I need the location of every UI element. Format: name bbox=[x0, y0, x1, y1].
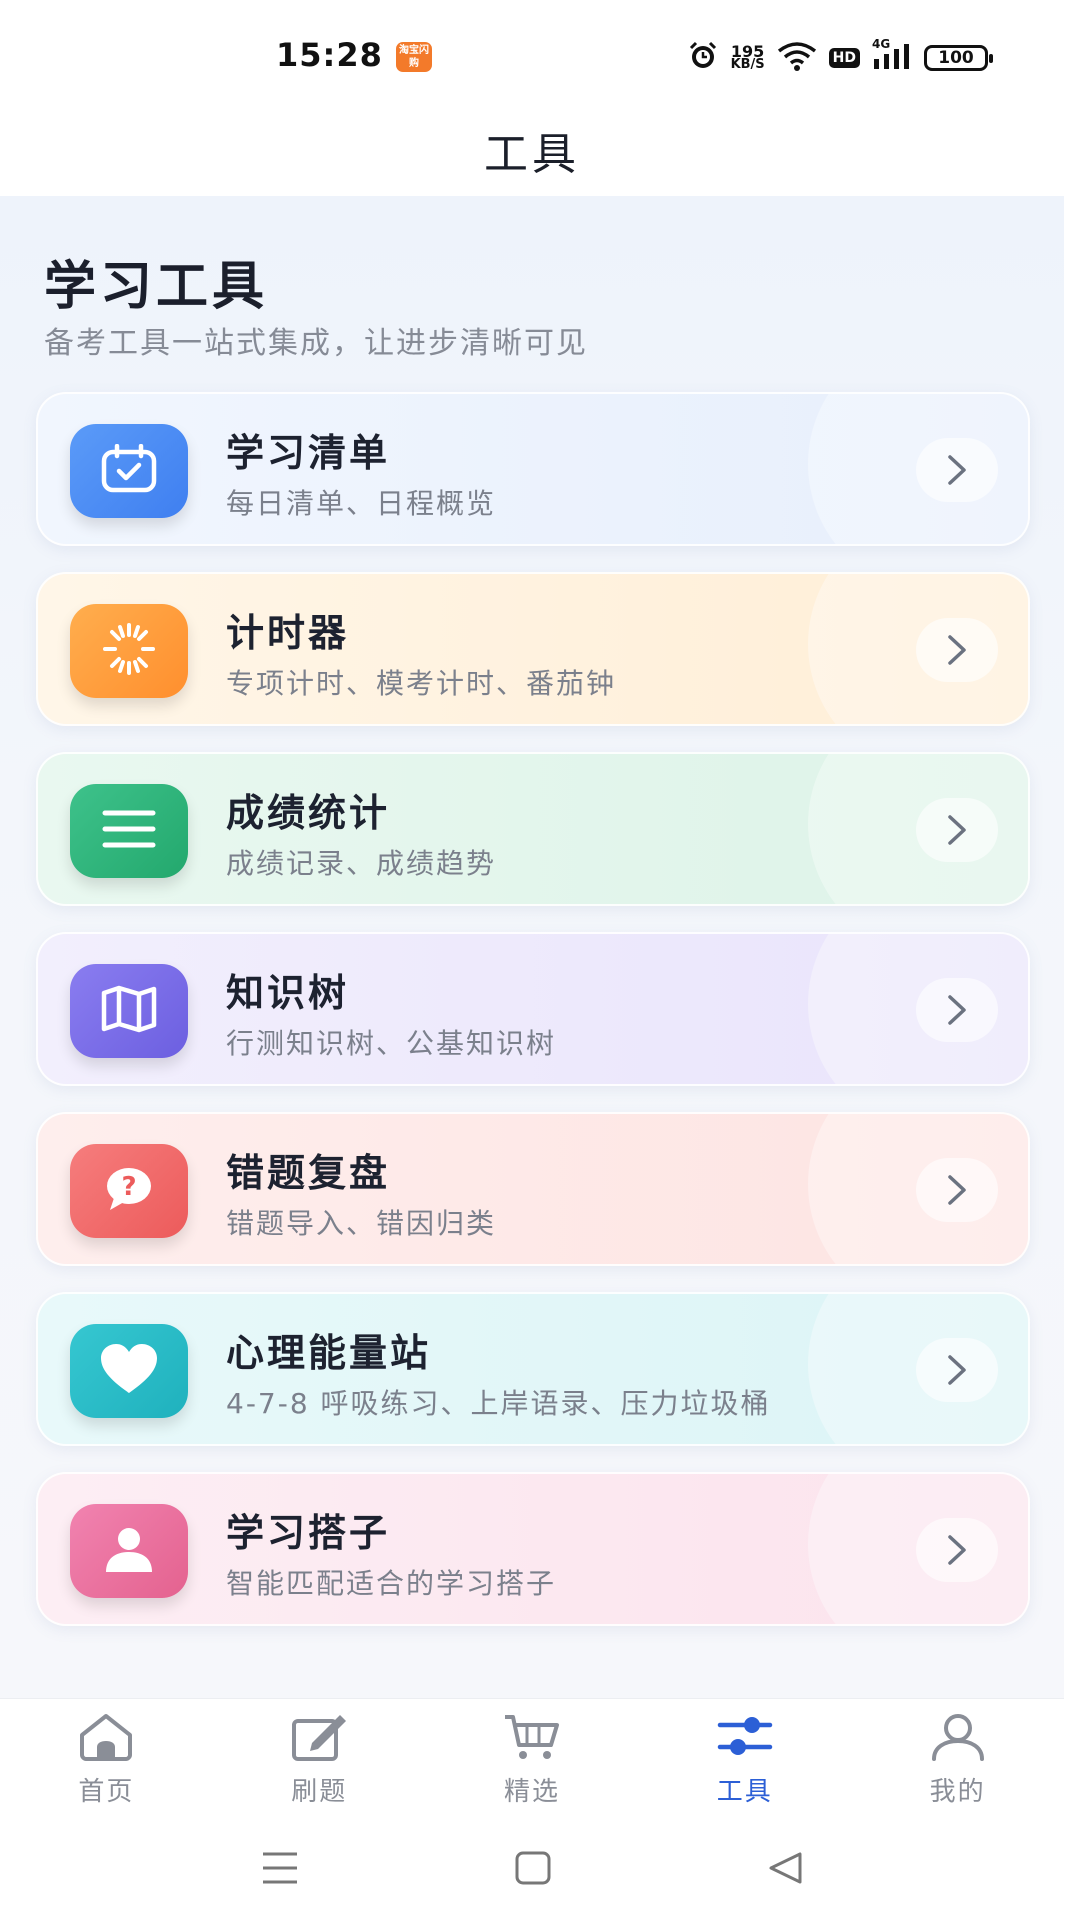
bottom-nav: 首页 刷题 精选 工具 我的 bbox=[0, 1698, 1064, 1822]
tool-desc: 错题导入、错因归类 bbox=[226, 1207, 497, 1240]
chevron-right-icon[interactable] bbox=[916, 1338, 998, 1402]
status-time: 15:28 bbox=[276, 36, 383, 74]
tool-card-score-stats[interactable]: 成绩统计 成绩记录、成绩趋势 bbox=[36, 752, 1030, 906]
page-title: 工具 bbox=[484, 129, 580, 180]
tool-name: 知识树 bbox=[226, 971, 350, 1015]
nav-label: 工具 bbox=[716, 1777, 773, 1807]
person-icon bbox=[102, 1524, 156, 1578]
section-title: 学习工具 bbox=[44, 257, 269, 317]
tool-card-wrong-review[interactable]: ? 错题复盘 错题导入、错因归类 bbox=[36, 1112, 1030, 1266]
nav-label: 精选 bbox=[503, 1777, 560, 1807]
tool-name: 心理能量站 bbox=[226, 1331, 432, 1375]
tool-name: 学习搭子 bbox=[226, 1511, 391, 1555]
tool-card-study-list[interactable]: 学习清单 每日清单、日程概览 bbox=[36, 392, 1030, 546]
alarm-icon bbox=[687, 40, 719, 76]
status-indicators: 195 KB/S HD 4G 100 bbox=[687, 37, 993, 76]
taobao-flash-badge: 淘宝闪购 bbox=[396, 42, 432, 72]
tool-card-mental-energy[interactable]: 心理能量站 4-7-8 呼吸练习、上岸语录、压力垃圾桶 bbox=[36, 1292, 1030, 1446]
battery-indicator: 100 bbox=[924, 45, 993, 71]
nav-item-featured[interactable]: 精选 bbox=[426, 1699, 639, 1822]
chevron-right-icon[interactable] bbox=[916, 798, 998, 862]
tool-desc: 智能匹配适合的学习搭子 bbox=[226, 1567, 557, 1600]
user-icon bbox=[929, 1713, 987, 1765]
tool-desc: 成绩记录、成绩趋势 bbox=[226, 847, 497, 880]
edit-icon bbox=[290, 1713, 348, 1765]
tool-card-timer[interactable]: 计时器 专项计时、模考计时、番茄钟 bbox=[36, 572, 1030, 726]
tool-desc: 行测知识树、公基知识树 bbox=[226, 1027, 557, 1060]
chevron-right-icon[interactable] bbox=[916, 1158, 998, 1222]
nav-label: 刷题 bbox=[291, 1777, 348, 1807]
tools-main[interactable]: 学习工具 备考工具一站式集成，让进步清晰可见 学习清单 每日清单、日程概览 计时… bbox=[0, 196, 1064, 1698]
chevron-right-icon[interactable] bbox=[916, 438, 998, 502]
nav-item-home[interactable]: 首页 bbox=[0, 1699, 213, 1822]
question-bubble-icon: ? bbox=[100, 1164, 158, 1218]
home-icon bbox=[77, 1713, 135, 1765]
map-icon bbox=[100, 985, 158, 1037]
tool-desc: 每日清单、日程概览 bbox=[226, 487, 497, 520]
network-type: 4G bbox=[872, 37, 891, 51]
nav-item-profile[interactable]: 我的 bbox=[851, 1699, 1064, 1822]
tool-name: 学习清单 bbox=[226, 431, 391, 475]
section-subtitle: 备考工具一站式集成，让进步清晰可见 bbox=[44, 326, 588, 361]
cart-icon bbox=[503, 1713, 561, 1765]
app-header: 工具 bbox=[0, 110, 1080, 196]
menu-lines-icon bbox=[101, 807, 157, 855]
wifi-icon bbox=[777, 41, 817, 75]
tool-card-knowledge-tree[interactable]: 知识树 行测知识树、公基知识树 bbox=[36, 932, 1030, 1086]
nav-label: 首页 bbox=[78, 1777, 135, 1807]
timer-burst-icon bbox=[99, 619, 159, 683]
tool-name: 错题复盘 bbox=[226, 1151, 391, 1195]
nav-item-tools[interactable]: 工具 bbox=[638, 1699, 851, 1822]
sliders-icon bbox=[716, 1713, 774, 1765]
tool-icon-wrapper bbox=[70, 424, 188, 518]
signal-icon: 4G bbox=[872, 37, 912, 75]
tool-icon-wrapper bbox=[70, 1324, 188, 1418]
tool-icon-wrapper bbox=[70, 784, 188, 878]
tool-card-study-partner[interactable]: 学习搭子 智能匹配适合的学习搭子 bbox=[36, 1472, 1030, 1626]
chevron-right-icon[interactable] bbox=[916, 1518, 998, 1582]
tool-icon-wrapper bbox=[70, 964, 188, 1058]
status-bar: 15:28 淘宝闪购 195 KB/S HD 4G 100 bbox=[0, 0, 1080, 110]
hd-badge: HD bbox=[828, 48, 860, 68]
nav-item-practice[interactable]: 刷题 bbox=[213, 1699, 426, 1822]
tool-icon-wrapper: ? bbox=[70, 1144, 188, 1238]
heart-icon bbox=[99, 1343, 159, 1399]
tool-name: 计时器 bbox=[226, 611, 350, 655]
tool-name: 成绩统计 bbox=[226, 791, 391, 835]
nav-label: 我的 bbox=[929, 1777, 986, 1807]
net-speed: 195 KB/S bbox=[730, 44, 765, 72]
chevron-right-icon[interactable] bbox=[916, 618, 998, 682]
tool-icon-wrapper bbox=[70, 604, 188, 698]
system-nav-bar bbox=[0, 1822, 1080, 1920]
calendar-check-icon bbox=[100, 443, 158, 498]
tool-desc: 4-7-8 呼吸练习、上岸语录、压力垃圾桶 bbox=[226, 1387, 771, 1420]
system-menu-icon[interactable] bbox=[260, 1850, 300, 1890]
net-speed-unit: KB/S bbox=[730, 57, 765, 72]
tool-desc: 专项计时、模考计时、番茄钟 bbox=[226, 667, 617, 700]
chevron-right-icon[interactable] bbox=[916, 978, 998, 1042]
system-back-icon[interactable] bbox=[766, 1850, 806, 1890]
svg-text:?: ? bbox=[121, 1172, 136, 1202]
tool-icon-wrapper bbox=[70, 1504, 188, 1598]
system-home-icon[interactable] bbox=[514, 1850, 552, 1890]
